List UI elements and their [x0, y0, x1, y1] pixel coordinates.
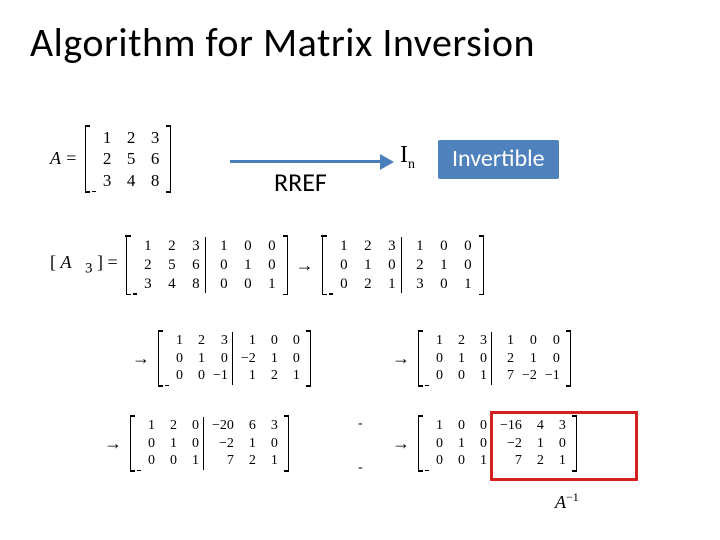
arrow-icon: → — [296, 255, 314, 276]
matrix-aug2: 123100 010−210 00−1121 — [158, 330, 311, 387]
badge-invertible: Invertible — [438, 140, 559, 179]
arrow-icon: → — [392, 433, 410, 454]
flow-arrow-shaft — [230, 160, 380, 163]
label-I-n: In — [400, 142, 415, 173]
label-A-equals: A = — [50, 148, 77, 169]
aug-row-0: [ A 3 ] = 123100 256010 348001 → 123100 … — [50, 235, 484, 295]
slide-title: Algorithm for Matrix Inversion — [30, 18, 535, 67]
aug-row-1b: → 123100 010210 0017−2−1 — [388, 330, 571, 387]
slide: Algorithm for Matrix Inversion A = 123 2… — [0, 0, 720, 540]
label-A-inverse: A−1 — [555, 490, 579, 513]
aug-row-2: → 120−2063 010−210 001721 — [100, 415, 289, 472]
flow-row: RREF In Invertible — [230, 132, 650, 192]
aug-row-1: → 123100 010−210 00−1121 — [128, 330, 311, 387]
tiny-mark-bot: - — [358, 460, 363, 476]
label-aug-AI3: [ A 3 ] = — [50, 252, 118, 278]
matrix-aug1: 123100 010210 021301 — [322, 235, 484, 295]
arrow-icon: → — [132, 348, 150, 369]
matrix-aug3: 123100 010210 0017−2−1 — [418, 330, 571, 387]
flow-arrow-head-icon — [380, 154, 394, 170]
matrix-aug4: 120−2063 010−210 001721 — [130, 415, 289, 472]
arrow-icon: → — [392, 348, 410, 369]
aug-row-2b: → 100−1643 010−210 001721 — [388, 415, 577, 472]
arrow-icon: → — [104, 433, 122, 454]
label-rref: RREF — [274, 166, 327, 198]
matrix-A: 123 256 348 — [85, 125, 171, 193]
eq-A: A = 123 256 348 — [50, 125, 171, 193]
matrix-aug0: 123100 256010 348001 — [126, 235, 288, 295]
tiny-mark-top: - — [358, 416, 363, 432]
matrix-aug5-final: 100−1643 010−210 001721 — [418, 415, 577, 472]
